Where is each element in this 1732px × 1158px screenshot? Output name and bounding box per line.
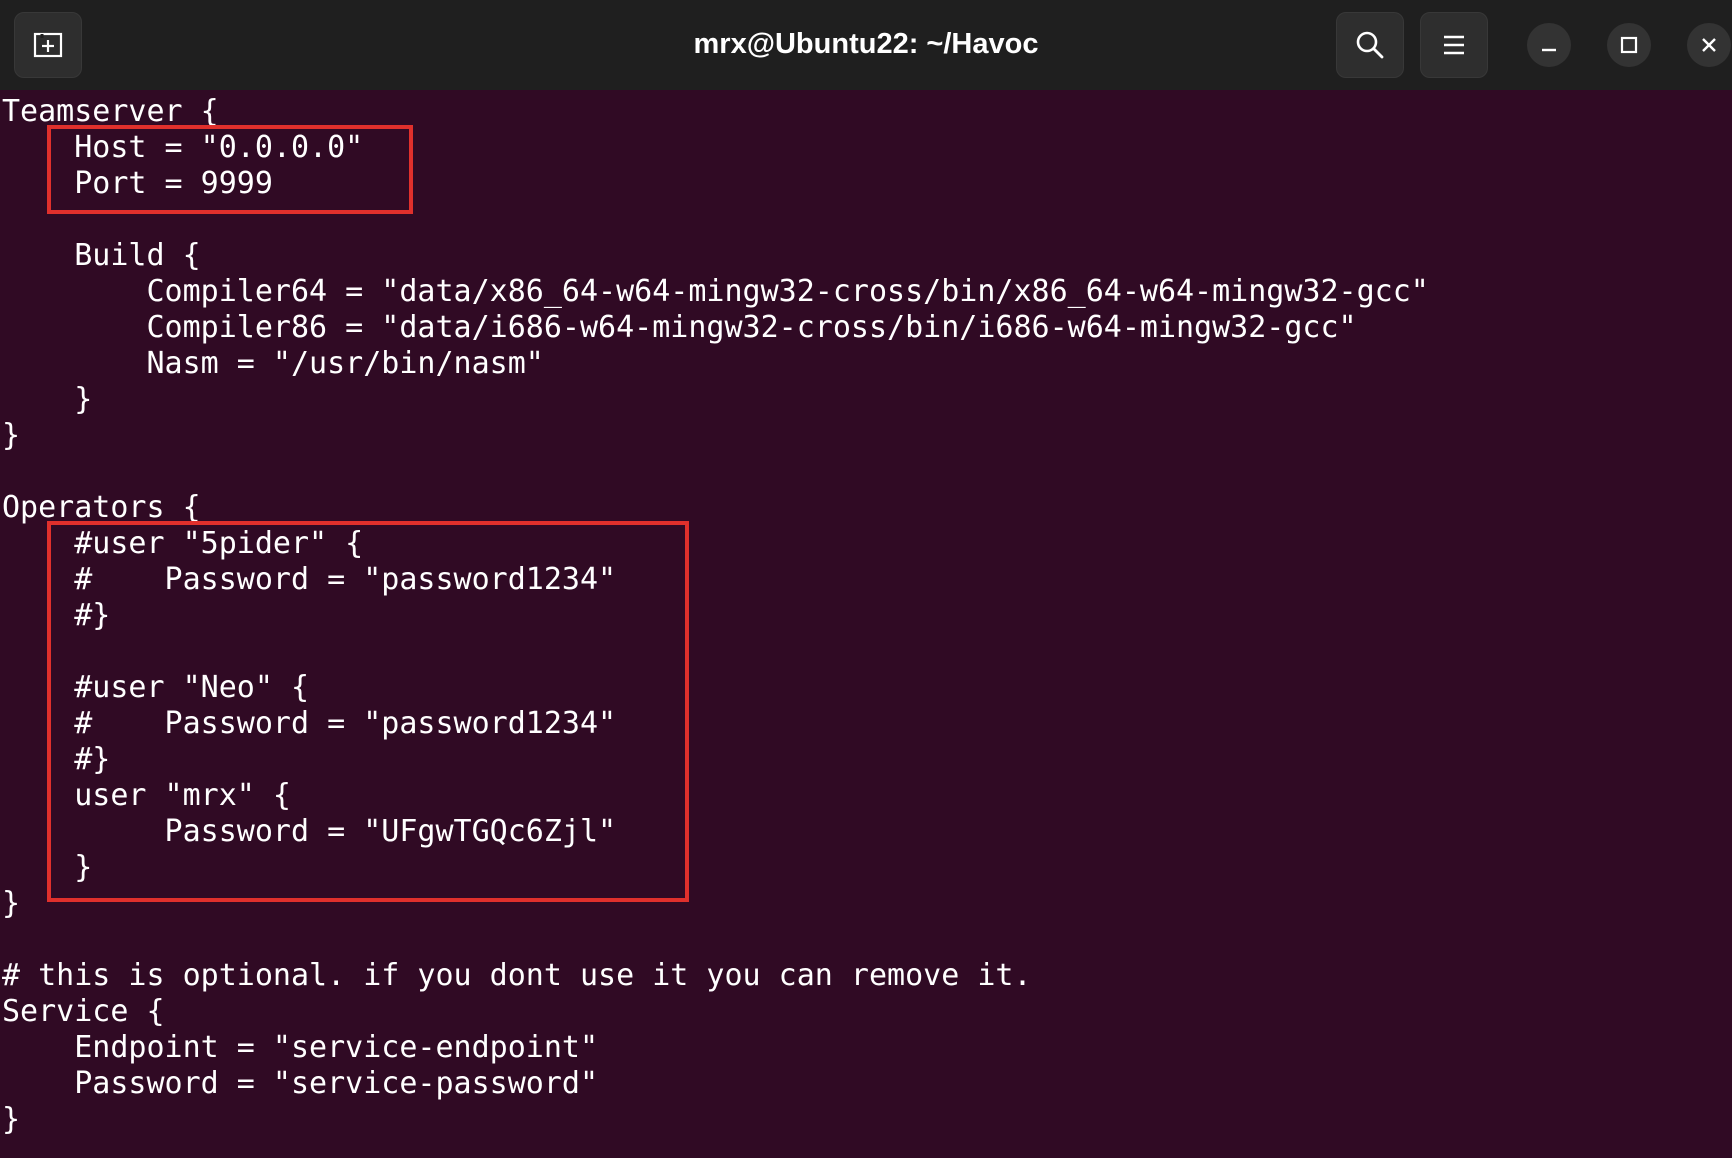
terminal-line: Operators { bbox=[2, 490, 201, 525]
terminal-line: Compiler64 = "data/x86_64-w64-mingw32-cr… bbox=[2, 274, 1429, 309]
terminal-content[interactable]: Teamserver { Host = "0.0.0.0" Port = 999… bbox=[0, 90, 1732, 1158]
minimize-icon bbox=[1542, 48, 1556, 52]
terminal-line: #user "Neo" { bbox=[2, 670, 310, 705]
terminal-line: Compiler86 = "data/i686-w64-mingw32-cros… bbox=[2, 310, 1357, 345]
terminal-line: Password = "UFgwTGQc6Zjl" bbox=[2, 814, 617, 849]
new-tab-button[interactable] bbox=[14, 12, 82, 78]
menu-button[interactable] bbox=[1420, 12, 1488, 78]
minimize-button[interactable] bbox=[1527, 23, 1571, 67]
terminal-line: Host = "0.0.0.0" bbox=[2, 130, 364, 165]
maximize-icon bbox=[1620, 36, 1638, 54]
terminal-line: } bbox=[2, 886, 21, 921]
search-icon bbox=[1356, 31, 1384, 59]
terminal-window: mrx@Ubuntu22: ~/Havoc Teamserver {Host … bbox=[0, 0, 1732, 1158]
terminal-line: } bbox=[2, 1102, 21, 1137]
terminal-line: Service { bbox=[2, 994, 165, 1029]
terminal-line: } bbox=[2, 382, 93, 417]
terminal-line: Teamserver { bbox=[2, 94, 219, 129]
search-button[interactable] bbox=[1336, 12, 1404, 78]
terminal-line: #} bbox=[2, 742, 111, 777]
hamburger-menu-icon bbox=[1444, 35, 1464, 55]
terminal-line: #} bbox=[2, 598, 111, 633]
terminal-line: } bbox=[2, 418, 21, 453]
terminal-line: user "mrx" { bbox=[2, 778, 291, 813]
terminal-line: #user "5pider" { bbox=[2, 526, 364, 561]
close-button[interactable] bbox=[1687, 23, 1731, 67]
terminal-line: Endpoint = "service-endpoint" bbox=[2, 1030, 599, 1065]
terminal-line: # Password = "password1234" bbox=[2, 706, 617, 741]
terminal-line: # Password = "password1234" bbox=[2, 562, 617, 597]
maximize-button[interactable] bbox=[1607, 23, 1651, 67]
terminal-line: Port = 9999 bbox=[2, 166, 273, 201]
terminal-line: } bbox=[2, 850, 93, 885]
close-icon bbox=[1702, 38, 1716, 52]
terminal-line: Build { bbox=[2, 238, 201, 273]
terminal-line: # this is optional. if you dont use it y… bbox=[2, 958, 1032, 993]
title-bar: mrx@Ubuntu22: ~/Havoc bbox=[0, 0, 1732, 91]
terminal-line: Password = "service-password" bbox=[2, 1066, 599, 1101]
new-tab-icon bbox=[33, 32, 63, 58]
terminal-line: Nasm = "/usr/bin/nasm" bbox=[2, 346, 544, 381]
